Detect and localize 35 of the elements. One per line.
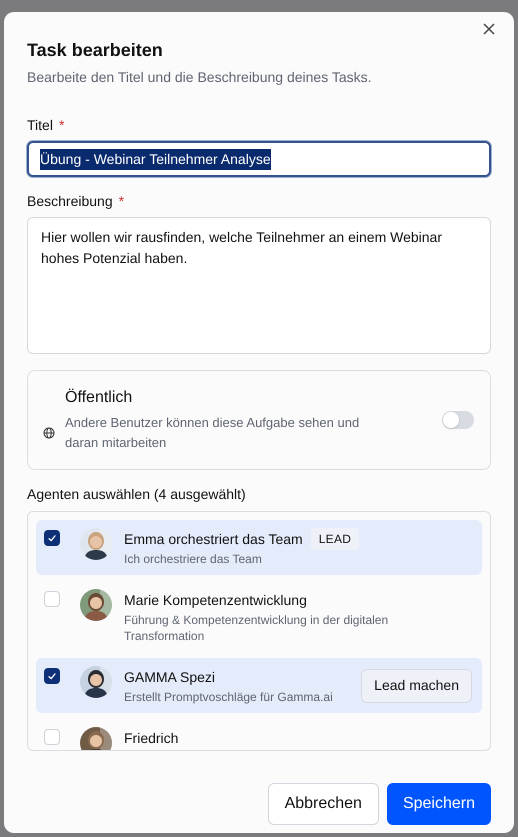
public-description: Andere Benutzer können diese Aufgabe sehen und daran mitarbeiten <box>65 414 360 452</box>
agent-description: Ich orchestriere das Team <box>124 551 263 567</box>
agent-description: Erstellt Promptvoschläge für Gamma.ai <box>124 689 334 705</box>
checkbox[interactable] <box>44 591 60 607</box>
agent-name: GAMMA Spezi <box>124 668 216 687</box>
agent-row[interactable]: Marie Kompetenzentwicklung Führung & Kompetenzentwicklung in der digitalen Transformation <box>36 581 482 652</box>
checkbox[interactable] <box>44 729 60 745</box>
agent-description: Führung & Kompetenzentwicklung in der digitalen Transformation <box>124 612 390 644</box>
field-label: Beschreibung <box>27 192 113 211</box>
lead-badge: LEAD <box>310 528 360 550</box>
field-label: Titel <box>27 116 53 135</box>
checkbox[interactable] <box>44 668 60 684</box>
agent-row[interactable]: Friedrich <box>36 719 482 750</box>
save-button[interactable]: Speichern <box>386 783 491 825</box>
check-icon <box>47 533 57 543</box>
dialog-title: Task bearbeiten <box>27 39 164 62</box>
dialog-subtitle: Bearbeite den Titel und die Beschreibung deines Tasks. <box>27 68 373 87</box>
close-icon[interactable] <box>482 22 496 36</box>
agent-row[interactable]: Emma orchestriert das Team LEAD Ich orchestriere das Team <box>36 520 482 575</box>
textarea-field[interactable]: Hier wollen wir rausfinden, welche Teilnehmer an einem Webinar hohes Potenzial haben. <box>27 217 491 354</box>
toggle-switch[interactable] <box>442 411 474 429</box>
agent-name: Marie Kompetenzentwicklung <box>124 591 307 610</box>
public-title: Öffentlich <box>65 388 134 408</box>
section-label: Agenten auswählen (4 ausgewählt) <box>27 485 247 504</box>
check-icon <box>47 671 57 681</box>
input-field[interactable]: Übung - Webinar Teilnehmer Analyse <box>27 141 491 177</box>
globe-icon <box>43 427 55 439</box>
agent-name: Emma orchestriert das Team <box>124 530 303 549</box>
checkbox[interactable] <box>44 530 60 546</box>
cancel-button[interactable]: Abbrechen <box>268 783 379 825</box>
lead-button[interactable]: Lead machen <box>361 668 472 702</box>
required-mark: * <box>118 192 124 211</box>
agent-name: Friedrich <box>124 729 178 748</box>
required-mark: * <box>58 116 64 135</box>
agent-row[interactable]: GAMMA Spezi Erstellt Promptvoschläge für Gamma.ai Lead machen <box>36 658 482 713</box>
